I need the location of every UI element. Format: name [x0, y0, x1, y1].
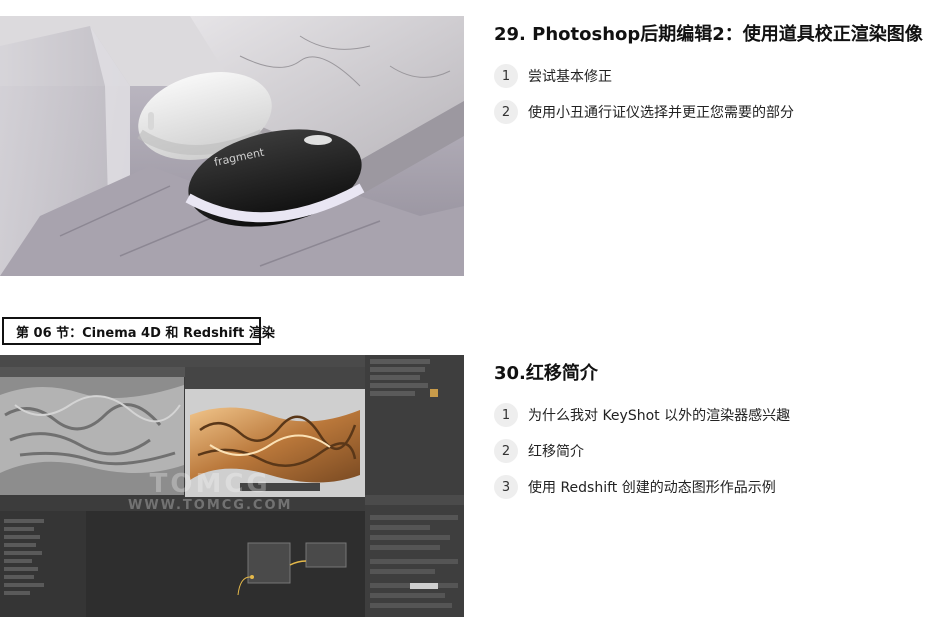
watermark-url: WWW.TOMCG.COM [128, 498, 293, 513]
item-text: 使用 Redshift 创建的动态图形作品示例 [528, 480, 776, 496]
lesson-30-item: 2 红移简介 [494, 439, 790, 463]
lesson-29-list: 1 尝试基本修正 2 使用小丑通行证仪选择并更正您需要的部分 [494, 64, 794, 136]
item-number-badge: 1 [494, 403, 518, 427]
item-text: 为什么我对 KeyShot 以外的渲染器感兴趣 [528, 408, 791, 424]
lesson-30-list: 1 为什么我对 KeyShot 以外的渲染器感兴趣 2 红移简介 3 使用 Re… [494, 403, 790, 511]
lesson-30-item: 3 使用 Redshift 创建的动态图形作品示例 [494, 475, 790, 499]
section-label: 第 06 节：Cinema 4D 和 Redshift 渲染 [2, 317, 275, 345]
mouse-render-illustration: fragment [0, 16, 464, 276]
lesson-30-item: 1 为什么我对 KeyShot 以外的渲染器感兴趣 [494, 403, 790, 427]
item-text: 尝试基本修正 [528, 69, 612, 85]
item-number-badge: 3 [494, 475, 518, 499]
item-number-badge: 2 [494, 439, 518, 463]
watermark: TOMCG WWW.TOMCG.COM [128, 471, 292, 512]
lesson-30-title: 30.红移简介 [494, 363, 598, 384]
lesson-29-image: fragment [0, 16, 464, 276]
lesson-29-item: 2 使用小丑通行证仪选择并更正您需要的部分 [494, 100, 794, 124]
watermark-logo-text: TOMCG [149, 469, 271, 499]
item-text: 红移简介 [528, 444, 584, 460]
lesson-29-item: 1 尝试基本修正 [494, 64, 794, 88]
item-text: 使用小丑通行证仪选择并更正您需要的部分 [528, 105, 794, 121]
lesson-29-title: 29. Photoshop后期编辑2：使用道具校正渲染图像 [494, 24, 923, 45]
lesson-30-image: TOMCG WWW.TOMCG.COM [0, 355, 464, 617]
item-number-badge: 1 [494, 64, 518, 88]
item-number-badge: 2 [494, 100, 518, 124]
